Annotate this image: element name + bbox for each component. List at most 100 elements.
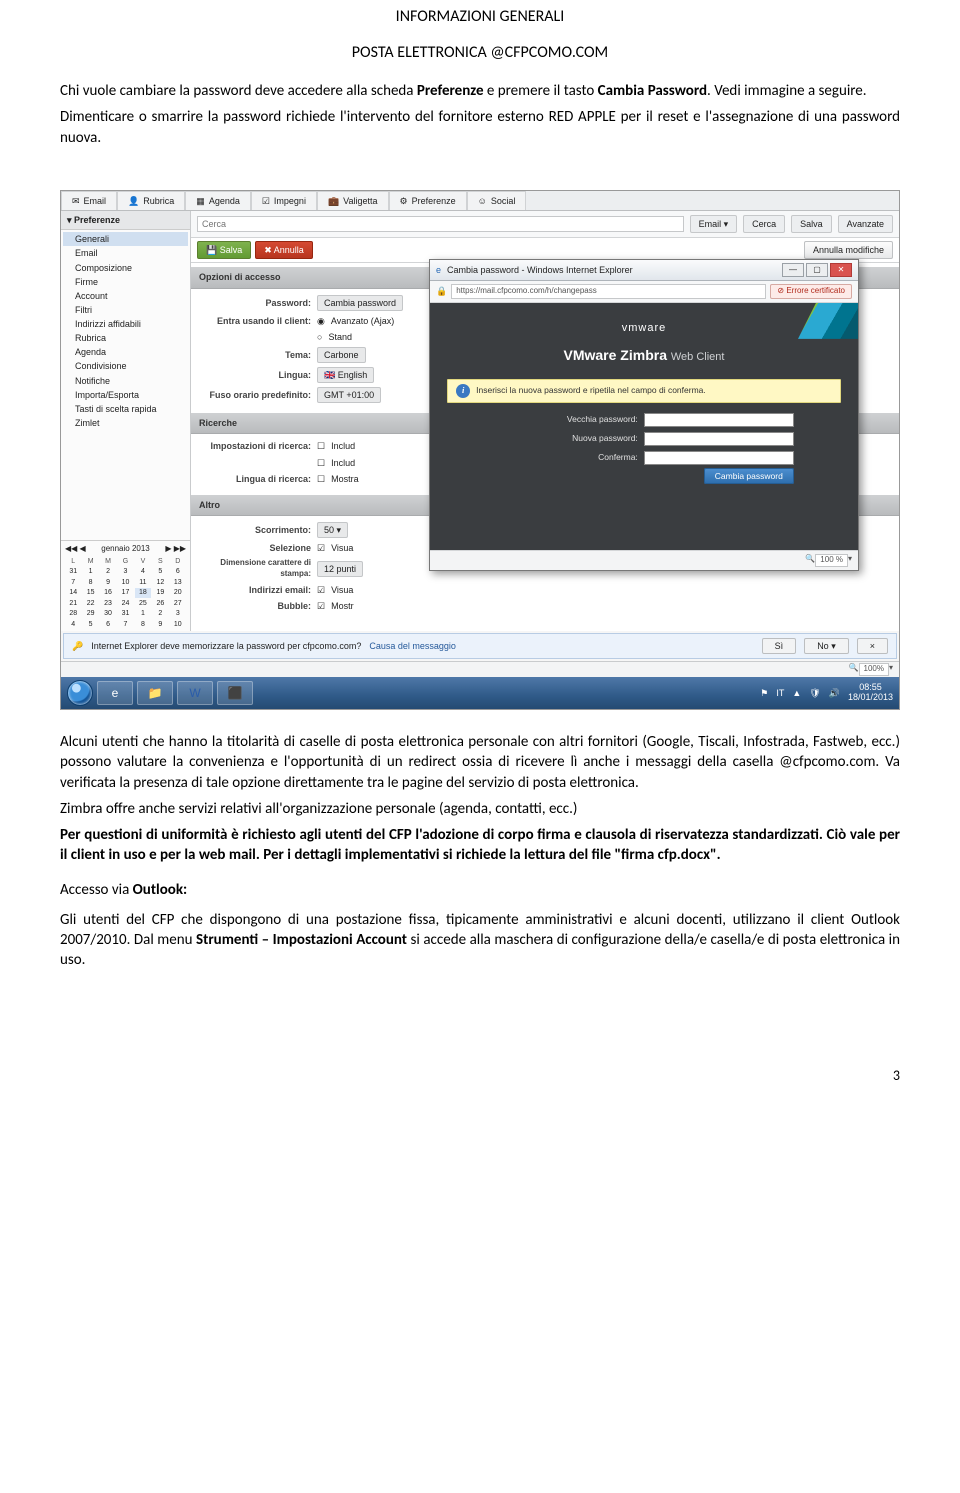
save-button[interactable]: 💾 Salva xyxy=(197,241,251,259)
tab-social[interactable]: ☺Social xyxy=(467,191,527,210)
tz-select[interactable]: GMT +01:00 xyxy=(317,387,381,403)
sidebar-item[interactable]: Generali xyxy=(63,232,188,246)
minimize-button[interactable]: — xyxy=(782,263,804,277)
search-advanced-button[interactable]: Avanzate xyxy=(838,215,893,233)
undo-changes-button[interactable]: Annulla modifiche xyxy=(804,241,893,259)
cal-day[interactable]: 5 xyxy=(152,567,168,576)
cal-day[interactable]: 1 xyxy=(135,609,151,618)
tray-volume-icon[interactable]: 🔊 xyxy=(829,687,840,699)
cal-day[interactable]: 27 xyxy=(170,599,186,608)
tray-clock[interactable]: 08:55 18/01/2013 xyxy=(848,683,893,703)
zoom-indicator[interactable]: 100 % xyxy=(815,554,848,567)
sidebar-item[interactable]: Composizione xyxy=(63,261,188,275)
cal-day[interactable]: 25 xyxy=(135,599,151,608)
cal-day[interactable]: 9 xyxy=(100,578,116,587)
start-button[interactable] xyxy=(67,680,93,706)
sidebar-item[interactable]: Indirizzi affidabili xyxy=(63,317,188,331)
search-scope[interactable]: Email ▾ xyxy=(690,215,738,233)
taskbar-item-word[interactable]: W xyxy=(177,681,213,705)
cal-day[interactable]: 10 xyxy=(117,578,133,587)
sidebar-item[interactable]: Tasti di scelta rapida xyxy=(63,402,188,416)
cal-day[interactable]: 3 xyxy=(170,609,186,618)
cal-day[interactable]: 31 xyxy=(117,609,133,618)
tray-shield-icon[interactable]: 🛡 xyxy=(809,687,820,699)
checkbox-icon[interactable]: ☑ xyxy=(317,584,325,596)
tray-up-icon[interactable]: ▲ xyxy=(792,687,801,699)
taskbar-item-ie[interactable]: e xyxy=(97,681,133,705)
cal-day[interactable]: 8 xyxy=(82,578,98,587)
old-password-input[interactable] xyxy=(644,413,794,427)
sidebar-item[interactable]: Firme xyxy=(63,275,188,289)
cal-day[interactable]: 28 xyxy=(65,609,81,618)
tab-email[interactable]: ✉Email xyxy=(61,191,117,210)
radio-icon[interactable]: ○ xyxy=(317,331,322,343)
tab-valigetta[interactable]: 💼Valigetta xyxy=(317,191,389,210)
search-input[interactable] xyxy=(197,216,684,232)
cal-day[interactable]: 24 xyxy=(117,599,133,608)
close-button[interactable]: ✕ xyxy=(830,263,852,277)
tray-flag-icon[interactable]: ⚑ xyxy=(760,687,768,699)
cal-prev[interactable]: ◀◀ ◀ xyxy=(65,544,86,555)
cal-day[interactable]: 29 xyxy=(82,609,98,618)
yes-button[interactable]: Sì xyxy=(762,638,797,654)
sidebar-item[interactable]: Importa/Esporta xyxy=(63,388,188,402)
checkbox-icon[interactable]: ☑ xyxy=(317,542,325,554)
cal-day[interactable]: 15 xyxy=(82,588,98,597)
taskbar-item-explorer[interactable]: 📁 xyxy=(137,681,173,705)
checkbox-icon[interactable]: ☐ xyxy=(317,457,325,469)
cal-day[interactable]: 31 xyxy=(65,567,81,576)
search-button[interactable]: Cerca xyxy=(743,215,785,233)
cal-day[interactable]: 4 xyxy=(135,567,151,576)
url-input[interactable]: https://mail.cfpcomo.com/h/changepass xyxy=(451,284,766,299)
sidebar-item[interactable]: Agenda xyxy=(63,345,188,359)
cal-day[interactable]: 10 xyxy=(170,620,186,629)
checkbox-icon[interactable]: ☐ xyxy=(317,473,325,485)
cal-day[interactable]: 21 xyxy=(65,599,81,608)
print-size-select[interactable]: 12 punti xyxy=(317,561,363,577)
cal-day[interactable]: 17 xyxy=(117,588,133,597)
cal-day[interactable]: 20 xyxy=(170,588,186,597)
dismiss-button[interactable]: × xyxy=(857,638,888,654)
new-password-input[interactable] xyxy=(644,432,794,446)
theme-select[interactable]: Carbone xyxy=(317,347,366,363)
cal-day[interactable]: 18 xyxy=(135,588,151,597)
sidebar-item[interactable]: Notifiche xyxy=(63,374,188,388)
submit-change-password-button[interactable]: Cambia password xyxy=(704,468,794,484)
search-save-button[interactable]: Salva xyxy=(791,215,832,233)
cal-day[interactable]: 23 xyxy=(100,599,116,608)
cal-day[interactable]: 13 xyxy=(170,578,186,587)
scroll-select[interactable]: 50 ▾ xyxy=(317,522,348,538)
cal-day[interactable]: 11 xyxy=(135,578,151,587)
change-password-button[interactable]: Cambia password xyxy=(317,295,403,311)
cal-day[interactable]: 30 xyxy=(100,609,116,618)
cal-day[interactable]: 22 xyxy=(82,599,98,608)
tab-rubrica[interactable]: 👤Rubrica xyxy=(117,191,185,210)
tray-lang[interactable]: IT xyxy=(776,687,784,699)
taskbar-item-app[interactable]: ⬛ xyxy=(217,681,253,705)
cal-day[interactable]: 19 xyxy=(152,588,168,597)
cal-day[interactable]: 2 xyxy=(100,567,116,576)
cal-day[interactable]: 7 xyxy=(65,578,81,587)
checkbox-icon[interactable]: ☐ xyxy=(317,440,325,452)
msg-cause-link[interactable]: Causa del messaggio xyxy=(369,640,456,652)
sidebar-item[interactable]: Rubrica xyxy=(63,331,188,345)
tab-impegni[interactable]: ☑Impegni xyxy=(251,191,317,210)
tab-preferenze[interactable]: ⚙Preferenze xyxy=(389,191,467,210)
sidebar-item[interactable]: Filtri xyxy=(63,303,188,317)
cal-day[interactable]: 12 xyxy=(152,578,168,587)
cal-day[interactable]: 9 xyxy=(152,620,168,629)
cancel-button[interactable]: ✖ Annulla xyxy=(255,241,313,259)
sidebar-item[interactable]: Email xyxy=(63,246,188,260)
cal-day[interactable]: 2 xyxy=(152,609,168,618)
cal-day[interactable]: 3 xyxy=(117,567,133,576)
sidebar-item[interactable]: Condivisione xyxy=(63,359,188,373)
cal-day[interactable]: 6 xyxy=(100,620,116,629)
cal-day[interactable]: 1 xyxy=(82,567,98,576)
checkbox-icon[interactable]: ☑ xyxy=(317,600,325,612)
cal-day[interactable]: 7 xyxy=(117,620,133,629)
cal-day[interactable]: 4 xyxy=(65,620,81,629)
cal-day[interactable]: 8 xyxy=(135,620,151,629)
cal-day[interactable]: 26 xyxy=(152,599,168,608)
cal-day[interactable]: 5 xyxy=(82,620,98,629)
certificate-error-badge[interactable]: ⊘ Errore certificato xyxy=(770,284,852,299)
